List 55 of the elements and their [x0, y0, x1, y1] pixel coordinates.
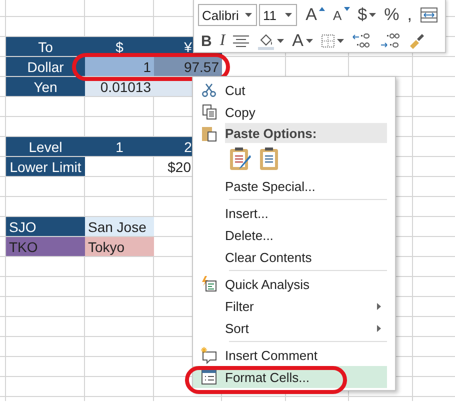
new-comment-icon: [200, 346, 218, 364]
caret-icon: [277, 39, 284, 43]
table-cell: Yen: [6, 77, 85, 96]
caret-icon: [244, 13, 252, 17]
copy-icon: [202, 104, 216, 120]
caret-icon: [369, 13, 376, 17]
table-cell: SJO: [6, 217, 85, 236]
quick-analysis-icon: [201, 276, 217, 292]
table-cell-text: $20: [166, 158, 192, 176]
format-button[interactable]: ,: [404, 4, 415, 26]
increase-decimal-icon: [352, 33, 372, 49]
menu-item[interactable]: Delete...: [193, 224, 387, 246]
scissors-icon: [201, 83, 217, 97]
menu-item[interactable]: Sort: [193, 317, 387, 339]
up-triangle-icon: [319, 7, 325, 11]
table-cell: 97.57: [154, 57, 222, 76]
table-cell: Lower Limit: [6, 157, 85, 176]
merge-center-icon: [420, 7, 438, 23]
borders-icon: [320, 34, 335, 48]
clipboard-icon: [201, 124, 217, 142]
paste-formatting-icon[interactable]: [229, 147, 251, 171]
align-center-icon: [233, 35, 250, 47]
font-size-field[interactable]: 11: [258, 4, 297, 26]
table-cell: 1: [85, 57, 154, 76]
table-cell: Level: [6, 137, 85, 156]
caret-icon: [306, 39, 313, 43]
menu-item[interactable]: Paste Special...: [193, 175, 387, 197]
table-cell: Dollar: [6, 57, 85, 76]
table-cell: To: [6, 37, 85, 56]
table-cell: TKO: [6, 237, 85, 256]
format-painter-icon: [408, 32, 426, 50]
menu-item[interactable]: Copy: [193, 101, 387, 123]
table-cell: 1: [85, 137, 154, 156]
menu-heading: Paste Options:: [225, 123, 387, 143]
caret-icon: [284, 13, 292, 17]
menu-item[interactable]: Filter: [193, 295, 387, 317]
paste-icon[interactable]: [259, 147, 281, 171]
decrease-decimal-icon: [380, 33, 400, 49]
menu-item[interactable]: Clear Contents: [193, 246, 387, 268]
font-name-field[interactable]: Calibri: [198, 4, 257, 26]
caret-icon: [336, 39, 344, 43]
down-triangle-icon: [344, 7, 350, 11]
fill-color-icon: [257, 32, 276, 50]
table-cell: Tokyo: [85, 237, 154, 256]
table-cell: San Jose: [85, 217, 154, 236]
font-color-button[interactable]: A: [289, 30, 316, 52]
menu-item[interactable]: Insert...: [193, 202, 387, 224]
format-button[interactable]: $: [354, 4, 380, 26]
increase-font-button[interactable]: A: [302, 4, 328, 26]
format-button[interactable]: %: [381, 4, 402, 26]
menu-item[interactable]: Insert Comment: [193, 344, 387, 366]
decrease-font-button[interactable]: A: [330, 4, 353, 26]
format-cells-icon: [201, 369, 217, 385]
menu-item[interactable]: Cut: [193, 79, 387, 101]
menu-item[interactable]: Quick Analysis: [193, 273, 387, 295]
